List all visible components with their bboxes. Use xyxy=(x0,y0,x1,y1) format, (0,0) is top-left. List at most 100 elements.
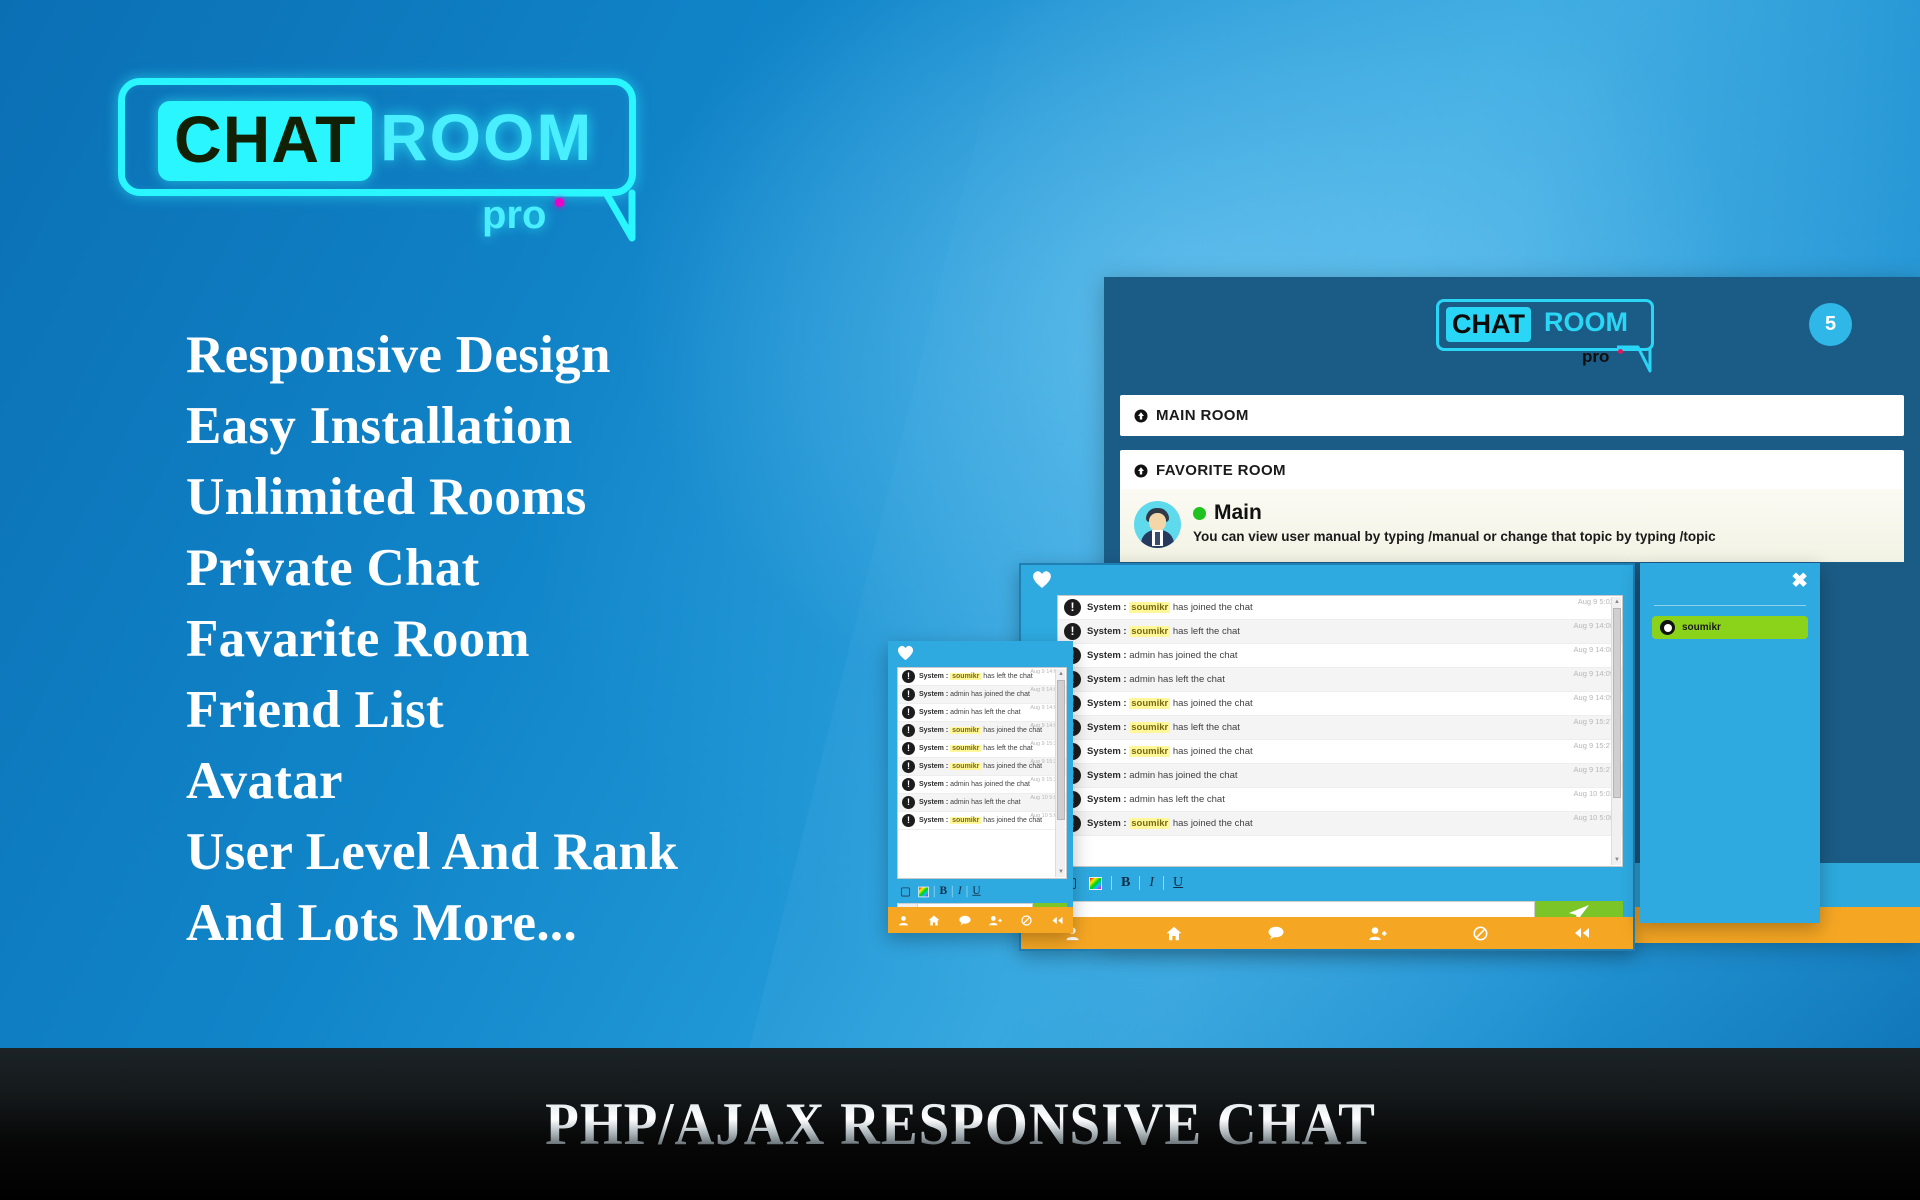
chat-bubble-icon[interactable] xyxy=(950,915,981,926)
message-row: !System : soumikr has left the chatAug 9… xyxy=(1058,620,1622,644)
edit-icon[interactable] xyxy=(901,886,913,897)
bold-button[interactable]: B xyxy=(1121,875,1130,891)
message-timestamp: Aug 9 14:09 xyxy=(1573,693,1614,702)
message-timestamp: Aug 9 14:08 xyxy=(1573,645,1614,654)
message-text: System : admin has joined the chat xyxy=(1087,650,1238,661)
collapse-icon[interactable] xyxy=(1042,915,1073,926)
message-row: !System : admin has joined the chatAug 9… xyxy=(1058,764,1622,788)
color-palette-icon[interactable] xyxy=(1089,876,1102,890)
message-text: System : admin has left the chat xyxy=(919,799,1021,806)
home-icon[interactable] xyxy=(919,915,950,926)
system-alert-icon: ! xyxy=(902,742,915,755)
app-header: CHAT ROOM pro 5 xyxy=(1104,277,1920,395)
avatar xyxy=(1660,620,1675,635)
chat-window-small: ! System : soumikr has left the chat Aug 9… xyxy=(888,641,1073,933)
message-text: System : admin has left the chat xyxy=(919,709,1021,716)
message-text: System : soumikr has joined the chat xyxy=(919,817,1043,824)
chat-bubble-icon[interactable] xyxy=(1225,926,1327,940)
message-text: System : soumikr has left the chat xyxy=(1087,626,1240,637)
message-timestamp: Aug 9 15:27 xyxy=(1573,741,1614,750)
scrollbar-thumb[interactable] xyxy=(1057,680,1065,820)
feature-item: User Level And Rank xyxy=(186,823,679,881)
user-list-item[interactable]: soumikr xyxy=(1652,616,1808,639)
logo-room-word: ROOM xyxy=(380,100,594,174)
brand-logo: CHAT ROOM pro xyxy=(118,78,638,242)
toolbar-divider xyxy=(1139,876,1141,890)
message-timestamp: Aug 10 5:03 xyxy=(1573,789,1614,798)
panel-divider xyxy=(1654,605,1806,606)
system-alert-icon: ! xyxy=(902,814,915,827)
message-row: !System : admin has left the chatAug 10 … xyxy=(898,794,1066,812)
room-user-name: Main xyxy=(1214,501,1262,524)
message-row: !System : soumikr has left the chatAug 9… xyxy=(898,668,1066,686)
underline-button[interactable]: U xyxy=(972,885,980,898)
message-text: System : soumikr has left the chat xyxy=(919,673,1033,680)
notification-badge[interactable]: 5 xyxy=(1809,303,1852,346)
message-username: soumikr xyxy=(1129,626,1171,637)
profile-icon[interactable] xyxy=(888,915,919,926)
scrollbar-medium[interactable]: ▲ ▼ xyxy=(1611,597,1621,865)
logo-pro-group: pro xyxy=(118,188,636,248)
collapse-icon[interactable] xyxy=(1531,926,1633,940)
bottom-nav-medium xyxy=(1021,917,1633,949)
italic-button[interactable]: I xyxy=(958,885,962,898)
message-row: !System : soumikr has left the chatAug 9… xyxy=(898,740,1066,758)
system-alert-icon: ! xyxy=(902,670,915,683)
main-room-header[interactable]: MAIN ROOM xyxy=(1134,407,1890,424)
block-icon[interactable] xyxy=(1429,926,1531,941)
feature-item: Favarite Room xyxy=(186,610,530,668)
app-logo-chat-word: CHAT xyxy=(1446,307,1531,342)
system-alert-icon: ! xyxy=(902,760,915,773)
message-row: !System : admin has joined the chatAug 9… xyxy=(898,686,1066,704)
bottom-banner: PHP/AJAX RESPONSIVE CHAT xyxy=(0,1048,1920,1200)
feature-item: Friend List xyxy=(186,681,445,739)
message-text: System : soumikr has joined the chat xyxy=(1087,602,1253,613)
feature-item: Easy Installation xyxy=(186,397,573,455)
system-alert-icon: ! xyxy=(902,688,915,701)
message-list-small[interactable]: ! System : soumikr has left the chat Aug 9… xyxy=(897,667,1067,879)
scrollbar-small[interactable]: ▲ ▼ xyxy=(1055,669,1065,877)
logo-accent-dot-icon xyxy=(555,198,564,207)
add-friend-icon[interactable] xyxy=(1327,926,1429,941)
message-text: System : admin has left the chat xyxy=(1087,674,1225,685)
message-timestamp: Aug 9 15:27 xyxy=(1573,717,1614,726)
main-room-panel[interactable]: MAIN ROOM xyxy=(1120,395,1904,436)
bold-button[interactable]: B xyxy=(940,885,948,898)
message-list-medium[interactable]: ! System : soumikr has joined the chat Aug… xyxy=(1057,595,1623,867)
message-row: !System : soumikr has joined the chatAug… xyxy=(898,722,1066,740)
system-alert-icon: ! xyxy=(902,724,915,737)
heart-icon[interactable] xyxy=(1031,569,1053,589)
favorite-room-header[interactable]: FAVORITE ROOM xyxy=(1134,462,1890,479)
add-friend-icon[interactable] xyxy=(980,915,1011,926)
scroll-up-arrow-icon[interactable]: ▲ xyxy=(1057,670,1065,678)
favorite-room-panel[interactable]: FAVORITE ROOM Main You can view user man… xyxy=(1120,450,1904,562)
app-logo-room-word: ROOM xyxy=(1544,307,1628,337)
home-icon[interactable] xyxy=(1123,926,1225,941)
message-row: !System : admin has left the chatAug 10 … xyxy=(1058,788,1622,812)
block-icon[interactable] xyxy=(1011,914,1042,926)
feature-list: Responsive Design Easy Installation Unli… xyxy=(186,320,926,959)
italic-button[interactable]: I xyxy=(1149,875,1154,891)
close-icon[interactable]: ✖ xyxy=(1791,571,1808,591)
favorite-room-title: FAVORITE ROOM xyxy=(1156,462,1286,479)
scroll-up-arrow-icon[interactable]: ▲ xyxy=(1613,598,1621,606)
scrollbar-thumb[interactable] xyxy=(1613,608,1621,798)
toolbar-divider xyxy=(952,885,953,898)
feature-item: And Lots More... xyxy=(186,894,578,952)
color-palette-icon[interactable] xyxy=(918,886,929,897)
message-text: System : admin has joined the chat xyxy=(919,781,1030,788)
underline-button[interactable]: U xyxy=(1173,875,1183,891)
system-alert-icon: ! xyxy=(1064,599,1081,616)
heart-icon[interactable] xyxy=(896,644,915,661)
scroll-down-arrow-icon[interactable]: ▼ xyxy=(1613,856,1621,864)
message-timestamp: Aug 9 15:27 xyxy=(1573,765,1614,774)
feature-item: Avatar xyxy=(186,752,343,810)
message-row: !System : soumikr has joined the chatAug… xyxy=(898,812,1066,830)
user-name: soumikr xyxy=(1682,622,1721,633)
system-alert-icon: ! xyxy=(1064,623,1081,640)
scroll-down-arrow-icon[interactable]: ▼ xyxy=(1057,868,1065,876)
room-arrow-icon xyxy=(1134,409,1148,422)
app-header-logo[interactable]: CHAT ROOM pro xyxy=(1436,299,1656,377)
message-text: System : admin has left the chat xyxy=(1087,794,1225,805)
avatar[interactable] xyxy=(1134,501,1181,548)
